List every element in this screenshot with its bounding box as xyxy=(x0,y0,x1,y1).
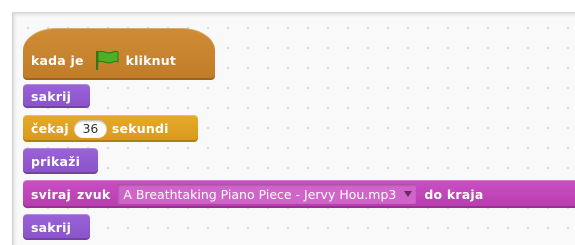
sound-dropdown[interactable]: A Breathtaking Piano Piece - Jervy Hou.m… xyxy=(117,184,417,204)
block-text-wait: čekaj xyxy=(31,121,69,136)
sound-dropdown-value: A Breathtaking Piano Piece - Jervy Hou.m… xyxy=(123,186,397,202)
block-text-hide: sakrij xyxy=(31,219,72,235)
block-text-until-done: do kraja xyxy=(424,186,484,202)
wait-block[interactable]: čekaj 36 sekundi xyxy=(23,115,198,142)
show-block[interactable]: prikaži xyxy=(23,148,98,174)
block-text-hide: sakrij xyxy=(31,88,72,104)
block-text-sound: zvuk xyxy=(76,186,111,202)
block-text-clicked: kliknut xyxy=(125,52,177,68)
block-text-show: prikaži xyxy=(31,153,81,169)
green-flag-icon xyxy=(94,50,120,70)
block-text-play: sviraj xyxy=(31,186,71,202)
block-text-seconds: sekundi xyxy=(111,121,169,136)
play-sound-until-done-block[interactable]: sviraj zvuk A Breathtaking Piano Piece -… xyxy=(23,180,575,208)
hide-block[interactable]: sakrij xyxy=(23,214,90,240)
scripts-editor: kada je kliknut sakrij čekaj 36 sekundi … xyxy=(0,0,575,245)
hide-block[interactable]: sakrij xyxy=(23,84,90,108)
when-flag-clicked-block[interactable]: kada je kliknut xyxy=(23,28,215,80)
dropdown-arrow-icon xyxy=(404,191,413,197)
wait-seconds-input[interactable]: 36 xyxy=(73,119,107,138)
block-text-when: kada je xyxy=(31,52,84,68)
